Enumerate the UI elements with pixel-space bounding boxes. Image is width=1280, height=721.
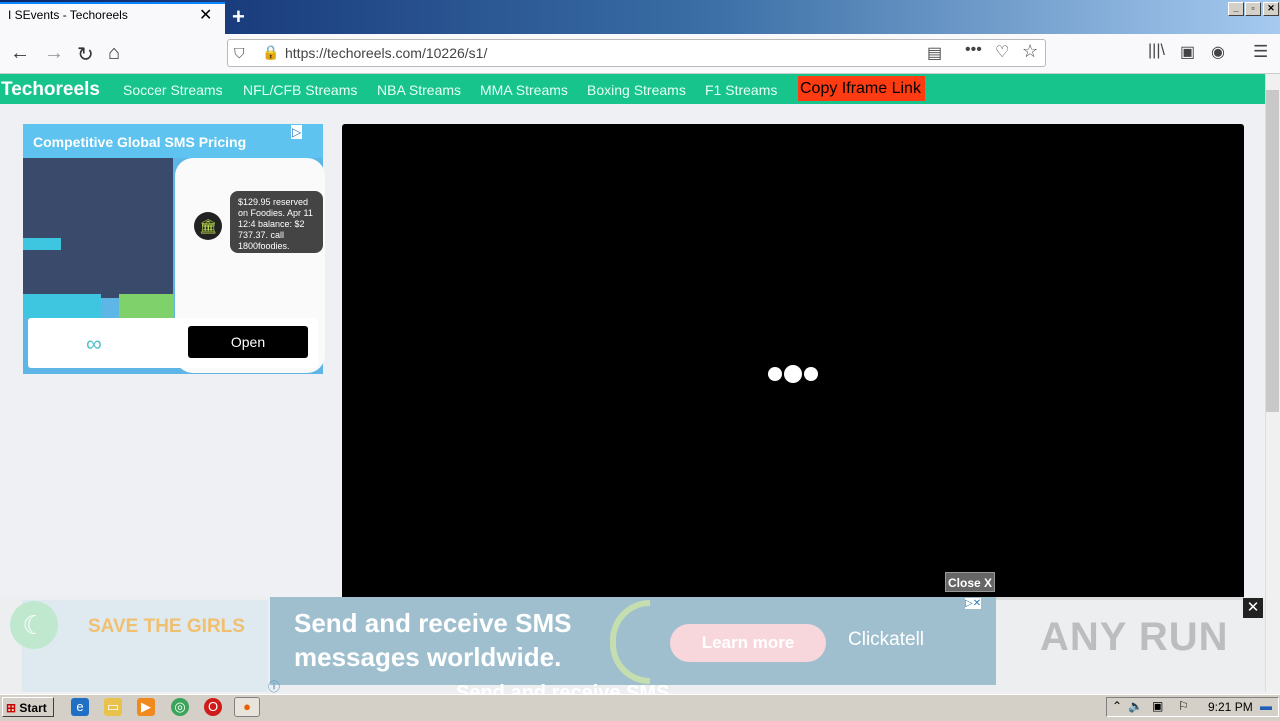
close-window-button[interactable]: ✕ <box>1263 2 1279 16</box>
pocket-icon[interactable]: ♡ <box>995 42 1009 62</box>
nav-nfl[interactable]: NFL/CFB Streams <box>243 82 357 98</box>
minimize-button[interactable]: _ <box>1228 2 1244 16</box>
reader-view-icon[interactable]: ▤ <box>927 43 942 63</box>
adchoices-icon[interactable]: ▷ <box>291 125 303 139</box>
windows-taskbar <box>0 694 1280 721</box>
scrollbar-thumb[interactable] <box>1266 90 1279 412</box>
flag-icon[interactable]: ⚐ <box>1178 699 1189 713</box>
anyrun-watermark: ANY RUN <box>1040 615 1229 659</box>
tab-close-icon[interactable]: ✕ <box>199 5 212 25</box>
ad-sms-bubble: $129.95 reserved on Foodies. Apr 11 12:4… <box>230 191 323 253</box>
forward-icon[interactable]: → <box>44 42 64 65</box>
bank-icon: 🏛 <box>194 212 222 240</box>
more-actions-icon[interactable]: ••• <box>965 41 982 59</box>
tab-title: I SEvents - Techoreels <box>8 8 128 22</box>
menu-icon[interactable]: ☰ <box>1253 42 1268 62</box>
clickatell-logo-icon: ∞ <box>86 331 102 356</box>
banner-close-button[interactable]: ✕ <box>1243 598 1263 618</box>
ad-decoration <box>119 294 174 318</box>
learn-more-button[interactable]: Learn more <box>670 624 826 662</box>
sidebar-icon[interactable]: ▣ <box>1180 42 1195 62</box>
girls-ad-text: SAVE THE GIRLS <box>88 616 245 637</box>
new-tab-button[interactable]: + <box>232 4 245 30</box>
reload-icon[interactable]: ↻ <box>77 42 94 67</box>
nav-boxing[interactable]: Boxing Streams <box>587 82 686 98</box>
ad-illustration <box>23 158 173 298</box>
moon-icon[interactable]: ☾ <box>10 601 58 649</box>
nav-nba[interactable]: NBA Streams <box>377 82 461 98</box>
copy-iframe-button[interactable]: Copy Iframe Link <box>798 76 925 101</box>
ad-decoration <box>23 238 61 250</box>
show-desktop-icon[interactable]: ▬ <box>1260 699 1272 713</box>
tray-arrow-icon[interactable]: ⌃ <box>1112 699 1122 713</box>
opera-icon[interactable]: O <box>204 698 222 716</box>
loading-dot <box>784 365 802 383</box>
sms-line-2: messages worldwide. <box>294 642 562 672</box>
network-icon[interactable]: ▣ <box>1152 699 1163 713</box>
start-button[interactable]: ⊞ Start <box>2 697 54 717</box>
library-icon[interactable]: |||\ <box>1148 42 1165 60</box>
info-icon[interactable]: ⓘ <box>268 678 280 695</box>
lock-icon[interactable]: 🔒 <box>262 44 279 61</box>
start-label: Start <box>19 701 47 715</box>
taskbar-clock: 9:21 PM <box>1208 700 1253 714</box>
close-overlay-button[interactable]: Close X <box>945 572 995 592</box>
nav-soccer[interactable]: Soccer Streams <box>123 82 223 98</box>
video-player[interactable] <box>342 124 1244 600</box>
nav-f1[interactable]: F1 Streams <box>705 82 777 98</box>
adchoices-icon[interactable]: ▷✕ <box>965 598 982 609</box>
ad-title[interactable]: Competitive Global SMS Pricing <box>33 134 246 150</box>
ad-open-button[interactable]: Open <box>188 326 308 358</box>
site-brand[interactable]: Techoreels <box>1 79 100 101</box>
loading-dot <box>768 367 782 381</box>
folder-icon[interactable]: ▭ <box>104 698 122 716</box>
nav-mma[interactable]: MMA Streams <box>480 82 568 98</box>
volume-icon[interactable]: 🔈 <box>1128 699 1143 713</box>
home-icon[interactable]: ⌂ <box>108 42 120 65</box>
ad-decoration <box>23 294 101 318</box>
sms-line-1: Send and receive SMS <box>294 608 572 638</box>
clickatell-brand: Clickatell <box>848 629 925 650</box>
account-icon[interactable]: ◉ <box>1211 42 1225 62</box>
sms-ad-headline: Send and receive SMS messages worldwide. <box>294 606 571 674</box>
back-icon[interactable]: ← <box>10 42 30 65</box>
chrome-icon[interactable]: ◎ <box>171 698 189 716</box>
firefox-taskbar-button[interactable]: ● <box>234 697 260 717</box>
windows-logo-icon: ⊞ <box>6 701 17 715</box>
shield-icon[interactable]: ⛉ <box>234 45 245 62</box>
loading-dot <box>804 367 818 381</box>
ie-icon[interactable]: e <box>71 698 89 716</box>
maximize-button[interactable]: ▫ <box>1245 2 1261 16</box>
bookmark-star-icon[interactable]: ☆ <box>1022 41 1038 62</box>
url-text[interactable]: https://techoreels.com/10226/s1/ <box>285 45 487 61</box>
girls-ad[interactable] <box>22 600 268 692</box>
media-player-icon[interactable]: ▶ <box>137 698 155 716</box>
